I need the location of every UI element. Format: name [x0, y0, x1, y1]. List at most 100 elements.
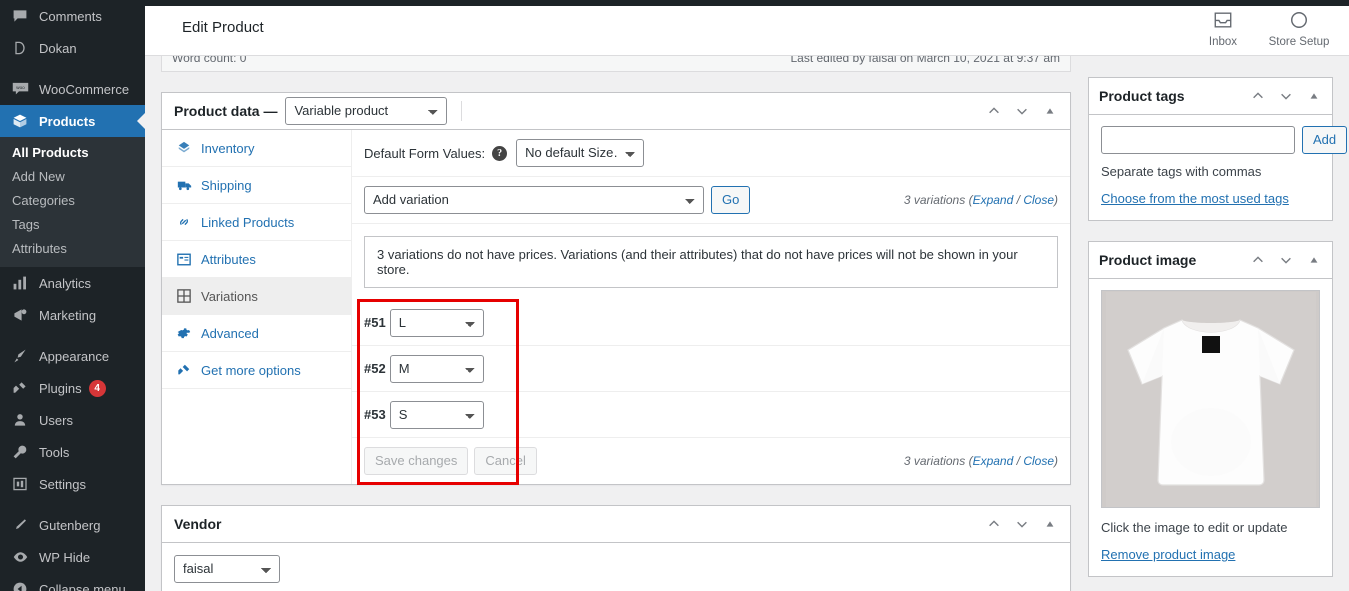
collapse-icon: [9, 581, 31, 591]
new-tag-input[interactable]: [1101, 126, 1295, 154]
move-down-icon[interactable]: [1278, 252, 1294, 268]
plugins-icon: [9, 380, 31, 396]
variation-row: #51 L: [352, 300, 1070, 346]
sidebar-item-settings[interactable]: Settings: [0, 468, 145, 500]
expand-link[interactable]: Expand: [973, 193, 1014, 207]
vendor-postbox: Vendor faisal: [161, 505, 1071, 591]
sidebar-item-label: WooCommerce: [39, 81, 130, 97]
vendor-body: faisal: [162, 543, 1070, 591]
cancel-button[interactable]: Cancel: [474, 447, 537, 475]
move-up-icon[interactable]: [1250, 252, 1266, 268]
tab-advanced[interactable]: Advanced: [162, 315, 351, 352]
default-size-select[interactable]: No default Size…: [516, 139, 645, 167]
toggle-panel-icon[interactable]: [1306, 252, 1322, 268]
submenu-item-attributes[interactable]: Attributes: [0, 237, 145, 261]
variations-count-text: 3 variations: [903, 454, 966, 468]
product-type-select[interactable]: Variable product: [285, 97, 448, 125]
product-data-body: Inventory Shipping Linked Products Attri…: [162, 130, 1070, 485]
variation-size-select[interactable]: L: [389, 308, 484, 337]
product-data-tabs: Inventory Shipping Linked Products Attri…: [162, 130, 352, 484]
go-button[interactable]: Go: [711, 186, 751, 214]
close-link[interactable]: Close: [1023, 454, 1054, 468]
product-image-panel: Product image Click the image to edit or…: [1088, 241, 1333, 577]
help-icon[interactable]: ?: [492, 145, 508, 161]
default-form-values-label: Default Form Values:: [364, 145, 486, 161]
sidebar-item-dokan[interactable]: Dokan: [0, 32, 145, 64]
sidebar-item-wp-hide[interactable]: WP Hide: [0, 541, 145, 573]
save-changes-button[interactable]: Save changes: [364, 447, 469, 475]
tab-shipping[interactable]: Shipping: [162, 167, 351, 204]
close-link[interactable]: Close: [1023, 193, 1054, 207]
variations-count-bottom: 3 variations (Expand / Close): [903, 454, 1058, 468]
inbox-icon: [1213, 10, 1233, 33]
tags-hint: Separate tags with commas: [1101, 164, 1262, 179]
store-setup-button[interactable]: Store Setup: [1261, 0, 1337, 55]
word-count-text: Word count: 0: [172, 56, 247, 65]
add-tag-button[interactable]: Add: [1302, 126, 1348, 154]
sidebar-item-users[interactable]: Users: [0, 404, 145, 436]
vendor-select[interactable]: faisal: [174, 555, 280, 583]
variation-size-select[interactable]: M: [389, 354, 484, 383]
tab-label: Inventory: [201, 140, 255, 156]
sidebar-item-label: WP Hide: [39, 549, 91, 565]
inbox-button[interactable]: Inbox: [1185, 0, 1261, 55]
toggle-panel-icon[interactable]: [1042, 103, 1058, 119]
sidebar-item-products[interactable]: Products: [0, 105, 145, 137]
expand-link[interactable]: Expand: [973, 454, 1014, 468]
sidebar-item-collapse-menu[interactable]: Collapse menu: [0, 573, 145, 591]
submenu-item-tags[interactable]: Tags: [0, 213, 145, 237]
tag-input-row: Add: [1101, 126, 1348, 154]
sidebar-item-analytics[interactable]: Analytics: [0, 267, 145, 299]
sidebar-item-label: Plugins: [39, 380, 82, 396]
analytics-icon: [9, 275, 31, 291]
tab-attributes[interactable]: Attributes: [162, 241, 351, 278]
tools-icon: [9, 444, 31, 460]
topbar-black-strip: [145, 0, 1349, 6]
sidebar-item-label: Collapse menu: [39, 581, 126, 591]
sidebar-item-appearance[interactable]: Appearance: [0, 340, 145, 372]
sidebar-item-plugins[interactable]: Plugins 4: [0, 372, 145, 404]
tab-variations[interactable]: Variations: [162, 278, 351, 315]
move-down-icon[interactable]: [1278, 88, 1294, 104]
variation-id: #52: [364, 361, 386, 376]
sidebar-item-label: Products: [39, 113, 96, 129]
variations-footer: Save changes Cancel 3 variations (Expand…: [352, 438, 1070, 484]
variations-count-top: 3 variations (Expand / Close): [903, 193, 1058, 207]
link-separator: /: [1016, 454, 1020, 468]
product-image-title: Product image: [1099, 252, 1197, 268]
tab-label: Attributes: [201, 251, 256, 267]
submenu-item-add-new[interactable]: Add New: [0, 165, 145, 189]
page-scroll-area[interactable]: Word count: 0 Last edited by faisal on M…: [145, 56, 1349, 591]
toggle-panel-icon[interactable]: [1042, 516, 1058, 532]
sidebar-item-woocommerce[interactable]: woo WooCommerce: [0, 73, 145, 105]
variation-size-select[interactable]: S: [389, 400, 484, 429]
add-variation-select[interactable]: Add variation: [364, 186, 704, 214]
move-up-icon[interactable]: [986, 516, 1002, 532]
move-up-icon[interactable]: [986, 103, 1002, 119]
sidebar-item-label: Dokan: [39, 40, 77, 56]
tab-linked-products[interactable]: Linked Products: [162, 204, 351, 241]
side-column: Product tags Add Separate tags with comm…: [1088, 56, 1348, 591]
attributes-icon: [174, 253, 194, 266]
product-data-postbox: Product data — Variable product Inventor…: [161, 92, 1071, 485]
move-down-icon[interactable]: [1014, 516, 1030, 532]
no-prices-notice: 3 variations do not have prices. Variati…: [364, 236, 1058, 288]
sidebar-item-marketing[interactable]: Marketing: [0, 299, 145, 331]
product-tags-title: Product tags: [1099, 88, 1185, 104]
product-image-thumbnail[interactable]: [1101, 290, 1320, 508]
move-down-icon[interactable]: [1014, 103, 1030, 119]
sidebar-item-label: Analytics: [39, 275, 92, 291]
sidebar-item-comments[interactable]: Comments: [0, 0, 145, 32]
sidebar-item-tools[interactable]: Tools: [0, 436, 145, 468]
sidebar-item-gutenberg[interactable]: Gutenberg: [0, 509, 145, 541]
tab-inventory[interactable]: Inventory: [162, 130, 351, 167]
most-used-tags-link[interactable]: Choose from the most used tags: [1101, 191, 1289, 206]
product-data-header: Product data — Variable product: [162, 93, 1070, 130]
submenu-item-categories[interactable]: Categories: [0, 189, 145, 213]
tab-get-more-options[interactable]: Get more options: [162, 352, 351, 389]
move-up-icon[interactable]: [1250, 88, 1266, 104]
toggle-panel-icon[interactable]: [1306, 88, 1322, 104]
page-topbar: Edit Product Inbox Store Setup: [145, 0, 1349, 56]
remove-product-image-link[interactable]: Remove product image: [1101, 547, 1235, 562]
submenu-item-all-products[interactable]: All Products: [0, 141, 145, 165]
